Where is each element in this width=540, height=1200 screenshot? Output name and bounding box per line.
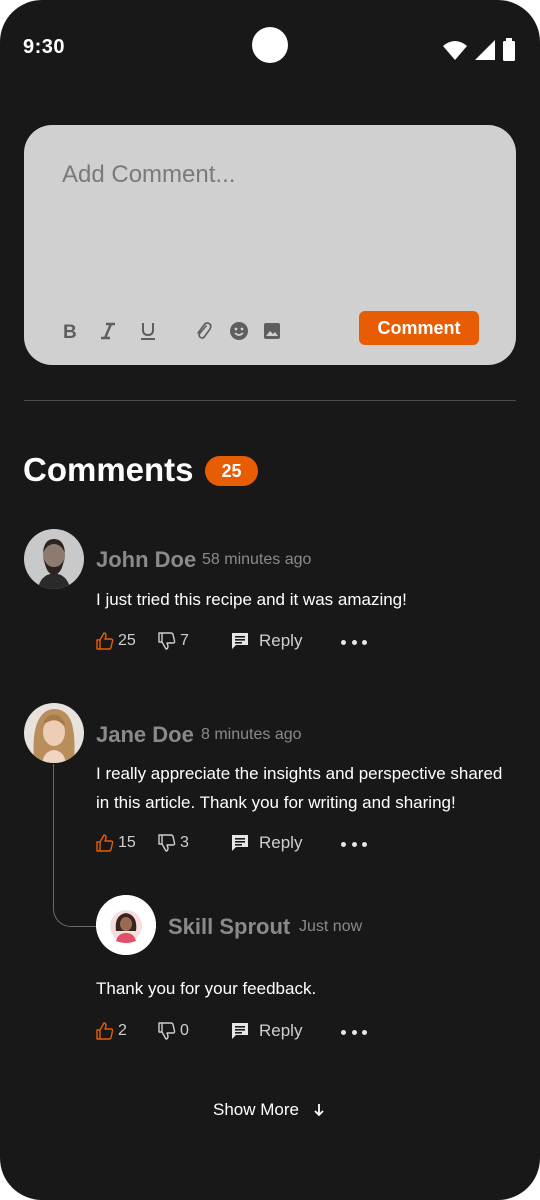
like-count: 2 — [118, 1022, 127, 1039]
avatar[interactable] — [24, 703, 84, 763]
reply-button[interactable]: Reply — [231, 1019, 302, 1043]
status-time: 9:30 — [23, 36, 66, 58]
reply-timestamp: Just now — [299, 918, 363, 935]
italic-icon[interactable] — [96, 319, 120, 343]
reply-label: Reply — [259, 833, 303, 852]
like-button[interactable]: 2 — [96, 1019, 127, 1043]
comment-text: I really appreciate the insights and per… — [96, 764, 503, 812]
thumbs-up-icon — [96, 632, 114, 650]
dislike-count: 3 — [180, 834, 189, 851]
thumbs-down-icon — [158, 632, 176, 650]
reply-icon — [232, 1023, 248, 1039]
like-count: 25 — [118, 632, 136, 649]
comment-count-badge: 25 — [205, 456, 258, 486]
bold-icon[interactable]: B — [58, 319, 82, 343]
reply-text: Thank you for your feedback. — [96, 979, 317, 998]
comment-author[interactable]: John Doe — [96, 546, 196, 574]
like-count: 15 — [118, 834, 136, 851]
signal-icon — [475, 40, 495, 60]
phone-screen: 9:30 B Comment Comments 25 — [0, 0, 540, 1200]
battery-icon — [503, 38, 515, 61]
more-options-icon[interactable] — [341, 1020, 367, 1044]
emoji-icon[interactable] — [227, 319, 251, 343]
reply-label: Reply — [259, 631, 303, 650]
more-options-icon[interactable] — [341, 630, 367, 654]
image-icon[interactable] — [260, 319, 284, 343]
section-divider — [24, 400, 516, 401]
comment-author[interactable]: Jane Doe — [96, 721, 194, 749]
comment-timestamp: 8 minutes ago — [201, 726, 302, 743]
reply-icon — [232, 835, 248, 851]
arrow-down-icon — [314, 1104, 324, 1117]
reply-button[interactable]: Reply — [231, 831, 302, 855]
thumbs-up-icon — [96, 834, 114, 852]
reply-label: Reply — [259, 1021, 303, 1040]
more-options-icon[interactable] — [341, 832, 367, 856]
reply-author[interactable]: Skill Sprout — [168, 913, 290, 941]
thumbs-up-icon — [96, 1022, 114, 1040]
comments-heading: Comments — [23, 451, 194, 488]
comment-text: I just tried this recipe and it was amaz… — [96, 590, 407, 609]
avatar[interactable] — [96, 895, 156, 955]
wifi-icon — [443, 41, 467, 60]
comment-submit-button[interactable]: Comment — [359, 311, 479, 345]
comment-timestamp: 58 minutes ago — [202, 551, 312, 568]
dislike-button[interactable]: 3 — [158, 831, 189, 855]
reply-icon — [232, 633, 248, 649]
dislike-button[interactable]: 7 — [158, 629, 189, 653]
show-more-button[interactable]: Show More — [213, 1100, 325, 1120]
thread-connector — [53, 764, 98, 927]
like-button[interactable]: 15 — [96, 831, 136, 855]
dislike-count: 0 — [180, 1022, 189, 1039]
thumbs-down-icon — [158, 834, 176, 852]
thumbs-down-icon — [158, 1022, 176, 1040]
attachment-icon[interactable] — [191, 319, 215, 343]
avatar[interactable] — [24, 529, 84, 589]
reply-button[interactable]: Reply — [231, 629, 302, 653]
show-more-label: Show More — [213, 1100, 299, 1119]
like-button[interactable]: 25 — [96, 629, 136, 653]
underline-icon[interactable] — [136, 319, 160, 343]
dislike-button[interactable]: 0 — [158, 1019, 189, 1043]
comment-composer: B Comment — [24, 125, 516, 365]
front-camera — [252, 27, 288, 63]
dislike-count: 7 — [180, 632, 189, 649]
status-icons — [442, 38, 516, 62]
svg-text:B: B — [63, 322, 77, 341]
comment-input[interactable] — [62, 161, 482, 281]
